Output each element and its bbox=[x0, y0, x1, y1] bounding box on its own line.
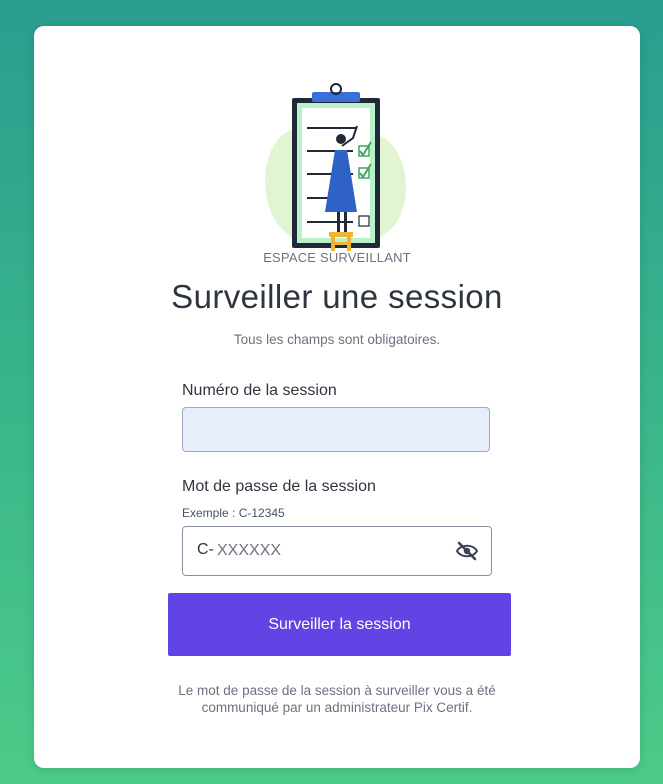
session-number-input[interactable] bbox=[182, 407, 490, 452]
login-card: ESPACE SURVEILLANT Surveiller une sessio… bbox=[34, 26, 640, 768]
session-password-input[interactable] bbox=[217, 537, 437, 565]
session-number-label: Numéro de la session bbox=[182, 382, 337, 399]
session-password-label: Mot de passe de la session bbox=[182, 478, 376, 495]
password-info-line-1: Le mot de passe de la session à surveill… bbox=[178, 683, 496, 698]
eye-slash-icon[interactable] bbox=[455, 541, 479, 561]
required-fields-note: Tous les champs sont obligatoires. bbox=[233, 332, 441, 347]
session-password-field: C- bbox=[182, 526, 492, 576]
page-title: Surveiller une session bbox=[171, 278, 503, 315]
password-info-note: Le mot de passe de la session à surveill… bbox=[34, 682, 640, 716]
monitor-session-button[interactable]: Surveiller la session bbox=[168, 593, 511, 656]
clipboard-illustration bbox=[265, 83, 407, 251]
space-label: ESPACE SURVEILLANT bbox=[263, 250, 411, 265]
session-password-hint: Exemple : C-12345 bbox=[182, 506, 285, 520]
password-info-line-2: communiqué par un administrateur Pix Cer… bbox=[201, 700, 473, 715]
password-prefix: C- bbox=[197, 541, 214, 558]
